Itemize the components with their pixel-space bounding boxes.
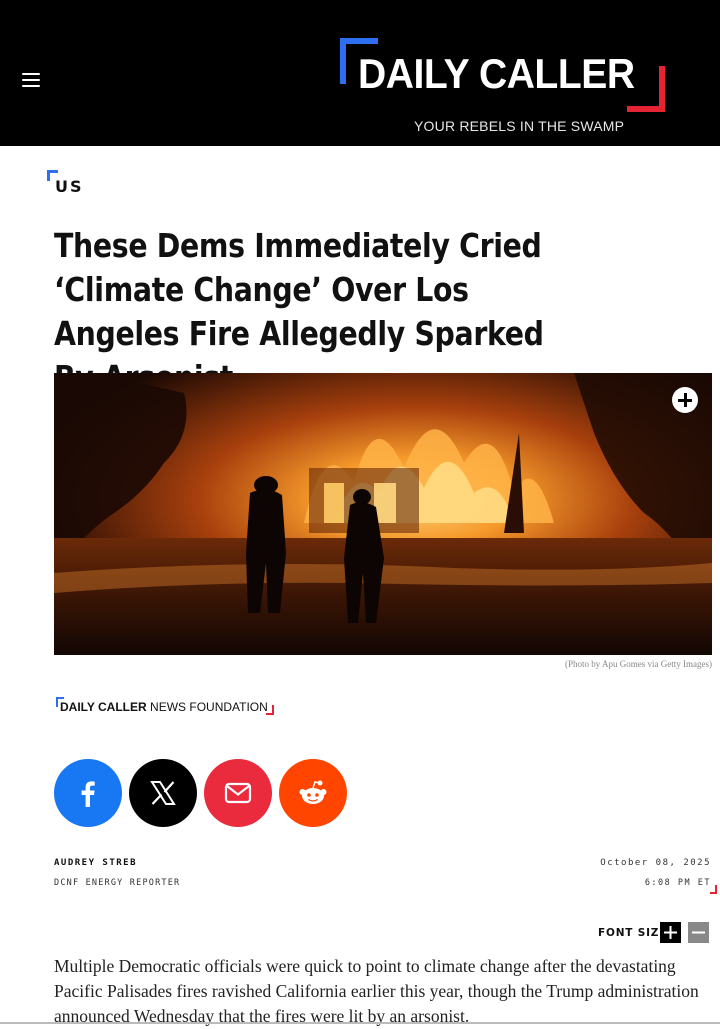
site-tagline: YOUR REBELS IN THE SWAMP	[414, 118, 625, 134]
font-size-increase-button[interactable]	[660, 922, 681, 943]
source-text: DAILY CALLER NEWS FOUNDATION	[60, 700, 268, 714]
share-bar	[54, 759, 347, 827]
share-x-button[interactable]	[129, 759, 197, 827]
fire-scene-illustration	[54, 373, 712, 655]
source-suffix: NEWS FOUNDATION	[150, 700, 268, 714]
photo-credit: (Photo by Apu Gomes via Getty Images)	[565, 659, 712, 669]
font-size-decrease-button[interactable]	[688, 922, 709, 943]
expand-image-icon[interactable]	[672, 387, 698, 413]
menu-icon[interactable]	[22, 73, 40, 87]
byline-bracket-red	[710, 885, 717, 894]
minus-icon	[692, 931, 705, 934]
site-logo[interactable]: DAILY CALLER	[340, 38, 665, 112]
share-reddit-button[interactable]	[279, 759, 347, 827]
facebook-icon	[81, 781, 95, 807]
source-brand: DAILY CALLER	[60, 700, 147, 714]
category-link[interactable]: US	[55, 177, 84, 196]
plus-icon	[664, 926, 677, 939]
hero-image	[54, 373, 712, 655]
x-icon	[150, 781, 176, 805]
author-role: DCNF ENERGY REPORTER	[54, 878, 181, 888]
reddit-icon	[299, 780, 327, 804]
publish-time: 6:08 PM ET	[644, 878, 711, 888]
share-facebook-button[interactable]	[54, 759, 122, 827]
share-email-button[interactable]	[204, 759, 272, 827]
article-body-paragraph: Multiple Democratic officials were quick…	[54, 956, 699, 1026]
logo-text: DAILY CALLER	[358, 50, 635, 97]
site-header: DAILY CALLER YOUR REBELS IN THE SWAMP	[0, 0, 720, 146]
author-name[interactable]: AUDREY STREB	[54, 858, 137, 868]
publish-date: October 08, 2025	[600, 858, 711, 868]
email-icon	[224, 782, 252, 804]
source-bracket-red	[266, 705, 274, 715]
